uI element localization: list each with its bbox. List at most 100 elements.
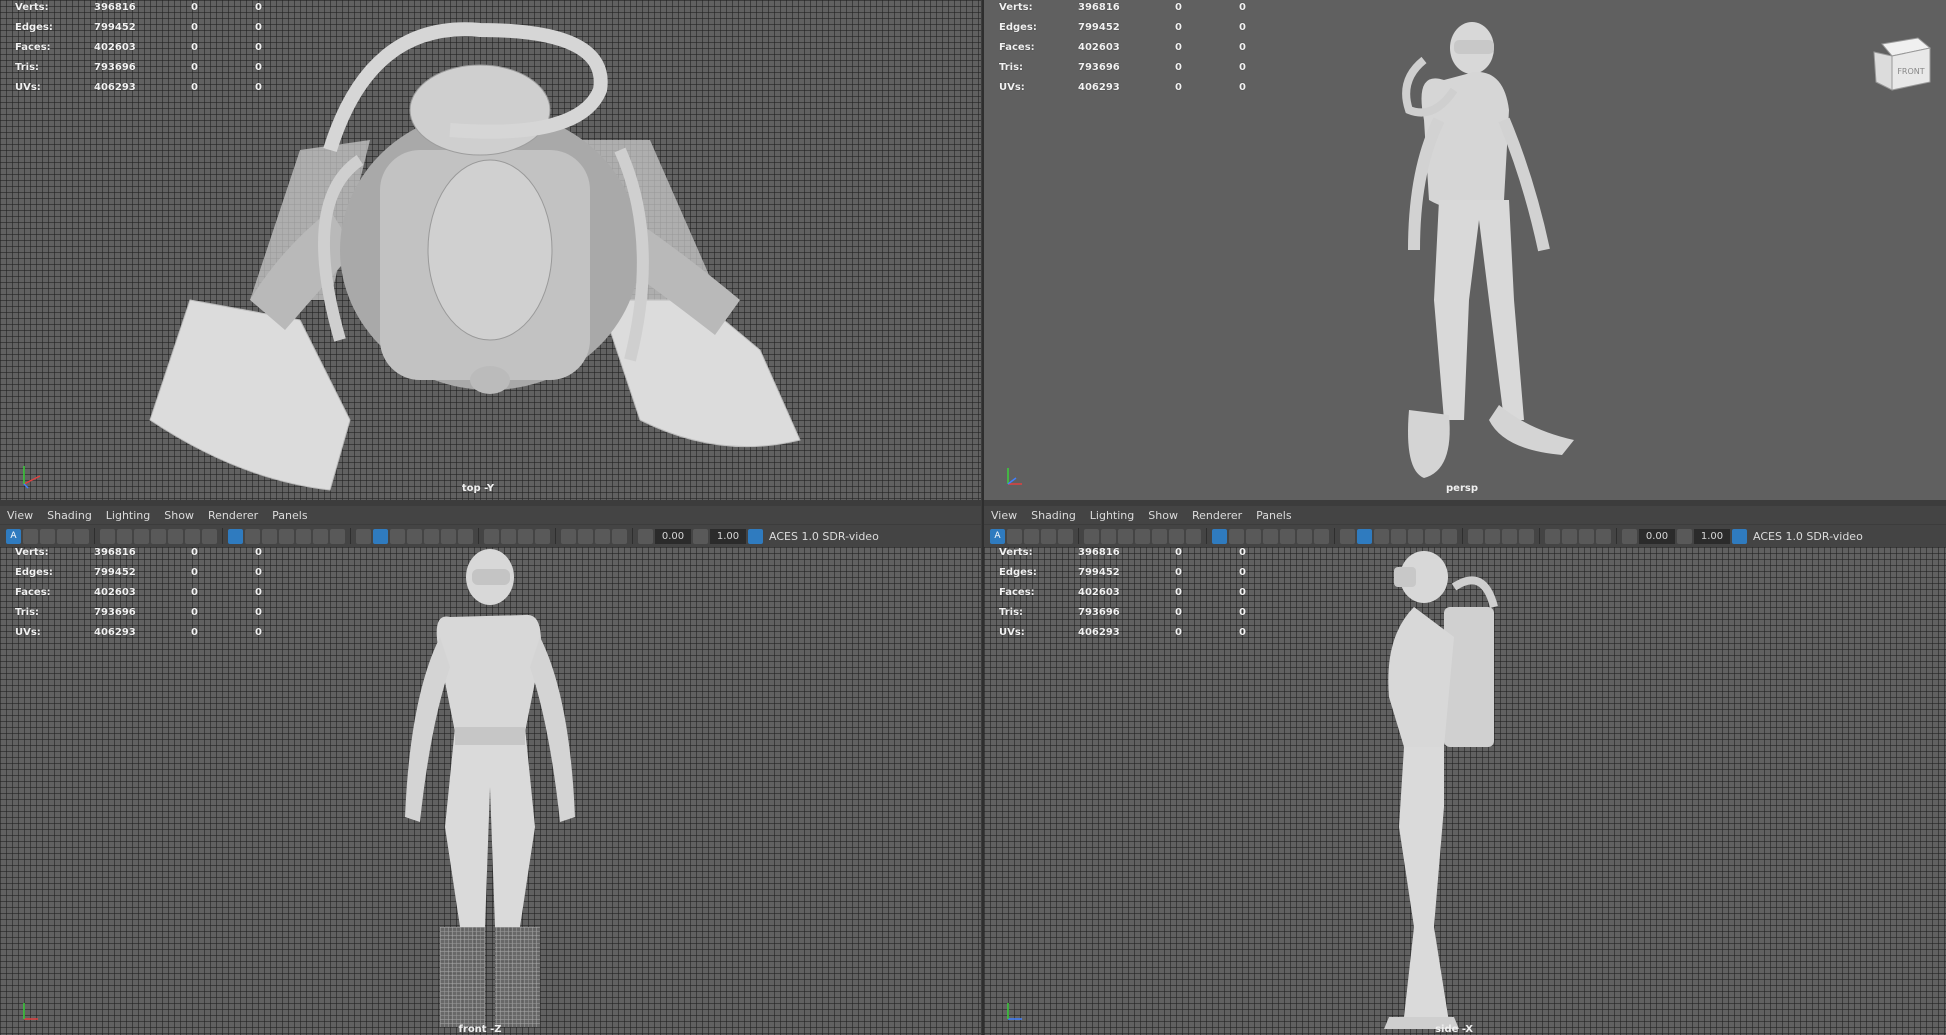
move-icon[interactable] [185,528,200,544]
image-plane-icon[interactable] [1041,528,1056,544]
textured-icon[interactable] [407,528,422,544]
viewport-front[interactable]: Verts: 396816 0 0 Edges: 799452 0 0 Faces: 4026… [0,547,981,1035]
color-space-dropdown[interactable]: ACES 1.0 SDR-video [1749,530,1863,543]
xray-joints-icon[interactable] [1562,528,1577,544]
gamma-icon[interactable] [1677,528,1692,544]
safe-title-icon[interactable] [330,528,345,544]
brush-icon[interactable] [202,528,217,544]
motion-blur-icon[interactable] [1485,528,1500,544]
viewport-persp[interactable]: Verts: 396816 0 0 Edges: 799452 0 0 Faces: 4026… [984,0,1946,500]
grease-pencil-icon[interactable] [1084,528,1099,544]
menu-shading[interactable]: Shading [1024,509,1083,522]
motion-blur-icon[interactable] [501,528,516,544]
viewport-side[interactable]: Verts: 396816 0 0 Edges: 799452 0 0 Faces: 4026… [984,547,1946,1035]
menu-panels[interactable]: Panels [265,509,314,522]
isolate-select-icon[interactable] [561,528,576,544]
safe-title-icon[interactable] [1314,528,1329,544]
bookmark-icon[interactable] [40,528,55,544]
camera-attributes-icon[interactable] [23,528,38,544]
exposure-icon[interactable] [638,528,653,544]
panel-divider[interactable] [982,0,984,1035]
brush-icon[interactable] [1186,528,1201,544]
grid-toggle-icon[interactable] [1212,528,1227,544]
exposure-field[interactable]: 0.00 [655,528,691,544]
menu-view[interactable]: View [984,509,1024,522]
gamma-field[interactable]: 1.00 [1694,528,1730,544]
bookmark-flag-icon[interactable] [151,528,166,544]
resolution-gate-icon[interactable] [1246,528,1261,544]
xray-components-icon[interactable] [1579,528,1594,544]
camera-attributes-icon[interactable] [1007,528,1022,544]
menu-panels[interactable]: Panels [1249,509,1298,522]
image-plane-icon[interactable] [57,528,72,544]
safe-action-icon[interactable] [313,528,328,544]
snap-icon[interactable] [168,528,183,544]
default-material-icon[interactable] [390,528,405,544]
2d-pan-icon[interactable] [1058,528,1073,544]
xray-icon[interactable] [1442,528,1457,544]
exposure-field[interactable]: 0.00 [1639,528,1675,544]
menu-renderer[interactable]: Renderer [201,509,265,522]
select-camera-icon[interactable]: A [6,528,21,544]
textured-icon[interactable] [1391,528,1406,544]
shadows-icon[interactable] [441,528,456,544]
menu-show[interactable]: Show [157,509,201,522]
smooth-shade-icon[interactable] [1357,528,1372,544]
gamma-field[interactable]: 1.00 [710,528,746,544]
bookmark-flag-icon[interactable] [1135,528,1150,544]
antialias-icon[interactable] [518,528,533,544]
use-lights-icon[interactable] [424,528,439,544]
component-display-icon[interactable] [1596,528,1611,544]
film-gate-icon[interactable] [1229,528,1244,544]
lock-camera-icon[interactable] [1118,528,1133,544]
viewcube[interactable]: FRONT [1870,34,1932,92]
field-chart-icon[interactable] [296,528,311,544]
resolution-gate-icon[interactable] [262,528,277,544]
menu-shading[interactable]: Shading [40,509,99,522]
menu-show[interactable]: Show [1141,509,1185,522]
antialias-icon[interactable] [1502,528,1517,544]
wireframe-icon[interactable] [356,528,371,544]
shadows-icon[interactable] [1425,528,1440,544]
gate-mask-icon[interactable] [1263,528,1278,544]
color-space-dropdown[interactable]: ACES 1.0 SDR-video [765,530,879,543]
menu-lighting[interactable]: Lighting [1083,509,1141,522]
use-lights-icon[interactable] [1408,528,1423,544]
xray-components-icon[interactable] [595,528,610,544]
smooth-shade-icon[interactable] [373,528,388,544]
xray-icon[interactable] [458,528,473,544]
gate-mask-icon[interactable] [279,528,294,544]
wireframe-icon[interactable] [1340,528,1355,544]
gamma-icon[interactable] [693,528,708,544]
safe-action-icon[interactable] [1297,528,1312,544]
lock-camera-icon[interactable] [134,528,149,544]
axis-gizmo-icon [1007,468,1022,485]
isolate-select-icon[interactable] [1545,528,1560,544]
snap-icon[interactable] [1152,528,1167,544]
2d-pan-icon[interactable] [74,528,89,544]
default-material-icon[interactable] [1374,528,1389,544]
color-management-icon[interactable] [748,528,763,544]
exposure-icon[interactable] [1622,528,1637,544]
viewport-top[interactable]: Verts: 396816 0 0 Edges: 799452 0 0 Faces: 4026… [0,0,981,500]
select-camera-icon[interactable]: A [990,528,1005,544]
film-gate-icon[interactable] [245,528,260,544]
bookmark-icon[interactable] [1024,528,1039,544]
axis-gizmo-icon [23,1003,38,1020]
grease-pencil-icon[interactable] [100,528,115,544]
menu-renderer[interactable]: Renderer [1185,509,1249,522]
depth-of-field-icon[interactable] [535,528,550,544]
camera-icon[interactable] [1101,528,1116,544]
color-management-icon[interactable] [1732,528,1747,544]
menu-view[interactable]: View [0,509,40,522]
move-icon[interactable] [1169,528,1184,544]
grid-toggle-icon[interactable] [228,528,243,544]
ambient-occlusion-icon[interactable] [484,528,499,544]
menu-lighting[interactable]: Lighting [99,509,157,522]
ambient-occlusion-icon[interactable] [1468,528,1483,544]
camera-icon[interactable] [117,528,132,544]
depth-of-field-icon[interactable] [1519,528,1534,544]
field-chart-icon[interactable] [1280,528,1295,544]
component-display-icon[interactable] [612,528,627,544]
xray-joints-icon[interactable] [578,528,593,544]
